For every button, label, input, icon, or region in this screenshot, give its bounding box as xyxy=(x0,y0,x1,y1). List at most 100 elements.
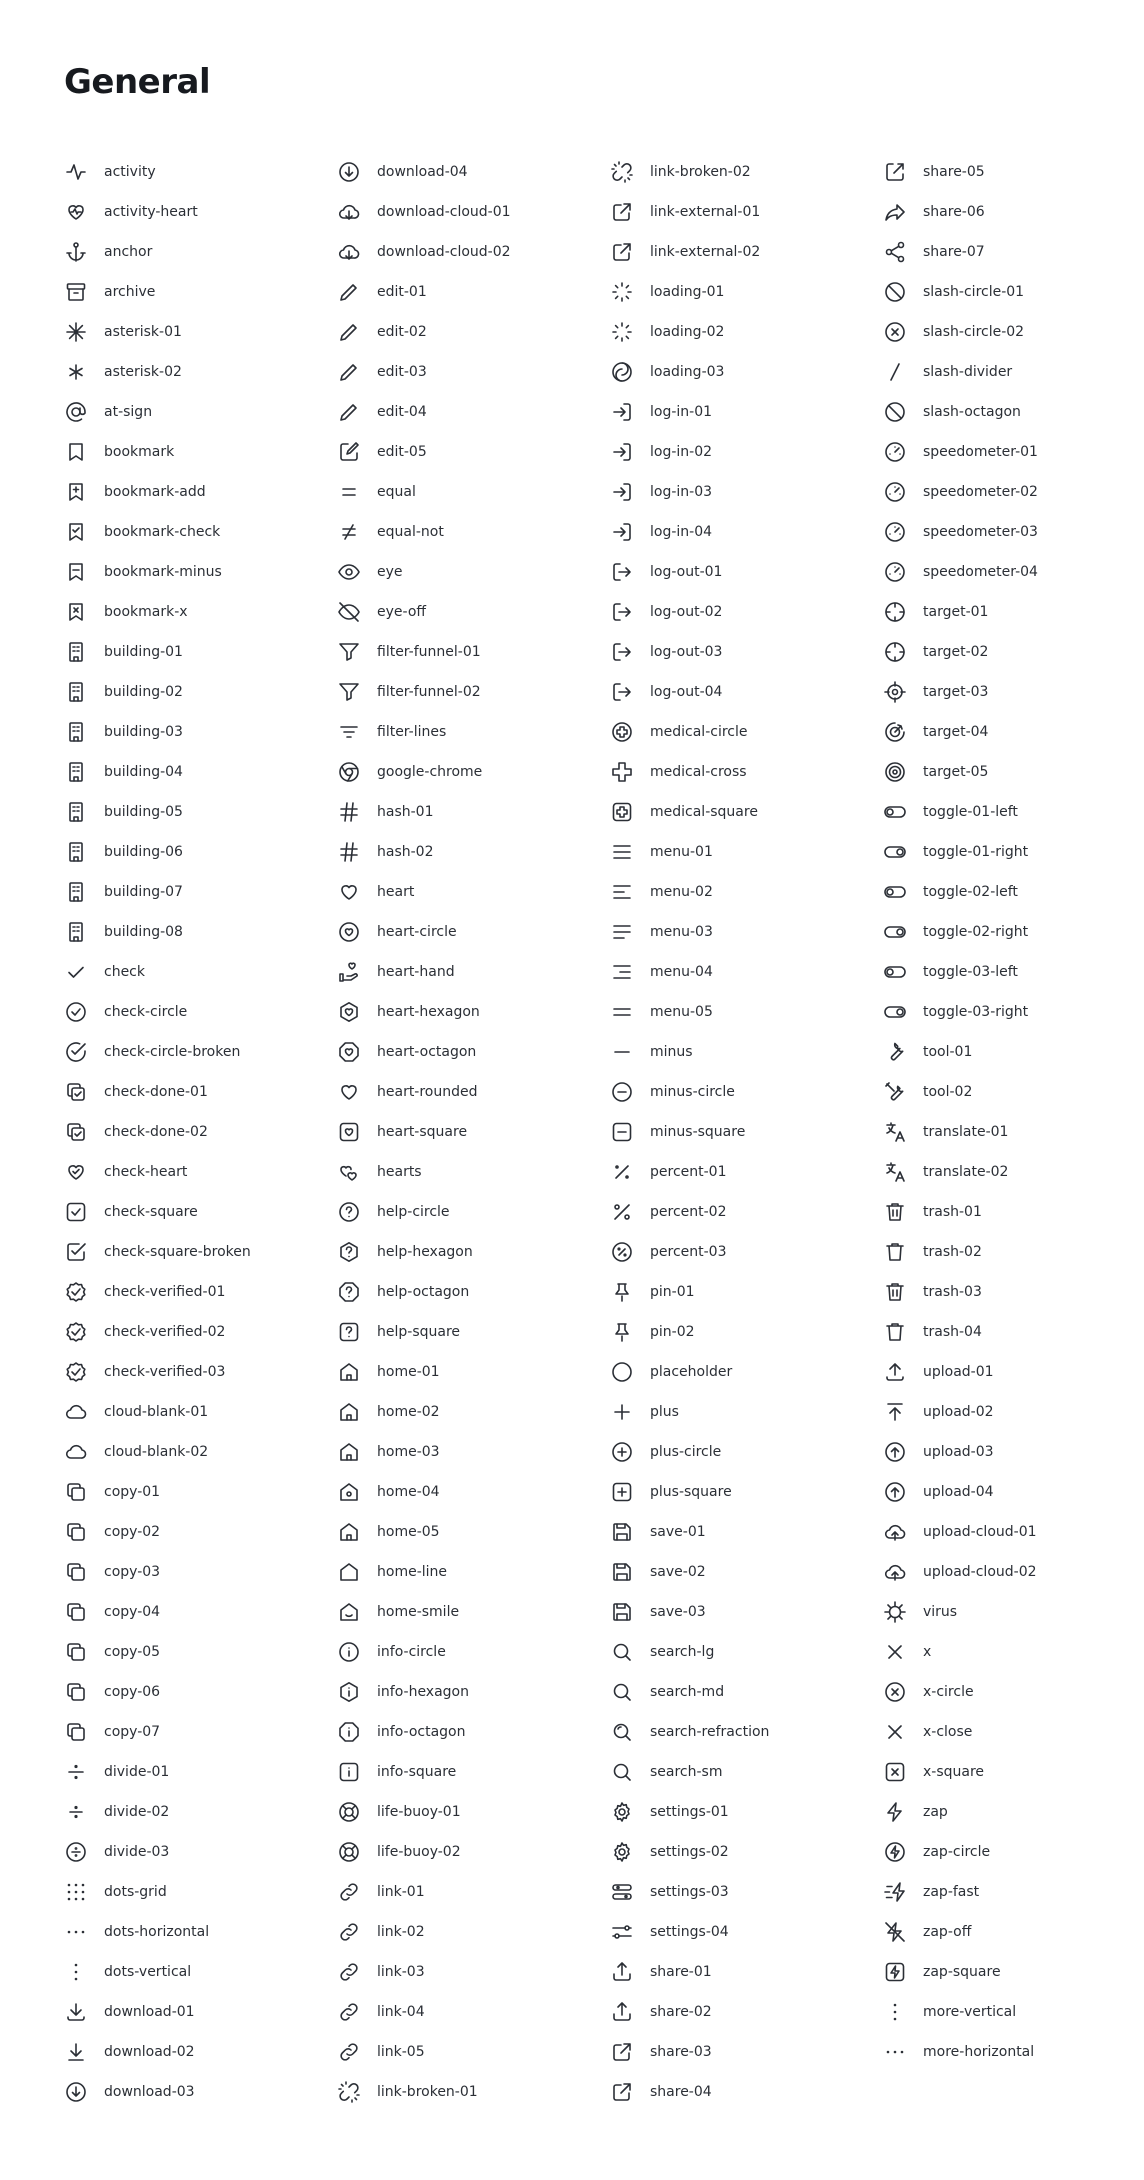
icon-label: target-01 xyxy=(923,604,989,620)
icon-label: download-04 xyxy=(377,164,468,180)
icon-label: loading-02 xyxy=(650,324,725,340)
icon-label: google-chrome xyxy=(377,764,483,780)
icon-list-item: search-md xyxy=(610,1672,883,1712)
icon-list-item: building-03 xyxy=(64,712,337,752)
help-hexagon-icon xyxy=(337,1240,361,1264)
check-heart-icon xyxy=(64,1160,88,1184)
x-close-icon xyxy=(883,1720,907,1744)
icon-list-item: x xyxy=(883,1632,1114,1672)
google-chrome-icon xyxy=(337,760,361,784)
icon-list-item: speedometer-03 xyxy=(883,512,1114,552)
menu-01-icon xyxy=(610,840,634,864)
menu-04-icon xyxy=(610,960,634,984)
zap-fast-icon xyxy=(883,1880,907,1904)
icon-label: save-02 xyxy=(650,1564,706,1580)
upload-cloud-01-icon xyxy=(883,1520,907,1544)
icon-label: equal-not xyxy=(377,524,444,540)
icon-list-item: check-heart xyxy=(64,1152,337,1192)
icon-list-item: more-horizontal xyxy=(883,2032,1114,2072)
icon-list-item: menu-04 xyxy=(610,952,883,992)
search-md-icon xyxy=(610,1680,634,1704)
icon-list-item: target-01 xyxy=(883,592,1114,632)
icon-list-item: save-02 xyxy=(610,1552,883,1592)
icon-list-item: translate-01 xyxy=(883,1112,1114,1152)
icon-label: trash-03 xyxy=(923,1284,982,1300)
icon-label: placeholder xyxy=(650,1364,733,1380)
icon-list-item: filter-funnel-01 xyxy=(337,632,610,672)
icon-label: speedometer-01 xyxy=(923,444,1038,460)
icon-list-item: upload-cloud-01 xyxy=(883,1512,1114,1552)
icon-list-item: heart-rounded xyxy=(337,1072,610,1112)
icon-label: menu-01 xyxy=(650,844,713,860)
icon-label: home-line xyxy=(377,1564,448,1580)
icon-column: download-04 download-cloud-01 download-clo… xyxy=(337,152,610,2112)
check-square-broken-icon xyxy=(64,1240,88,1264)
icon-list-item: speedometer-04 xyxy=(883,552,1114,592)
icon-list-item: x-close xyxy=(883,1712,1114,1752)
icon-list-item: check-done-01 xyxy=(64,1072,337,1112)
icon-list-item: percent-02 xyxy=(610,1192,883,1232)
icon-list-item: anchor xyxy=(64,232,337,272)
icon-list-item: settings-03 xyxy=(610,1872,883,1912)
icon-list-item: eye xyxy=(337,552,610,592)
icon-label: download-02 xyxy=(104,2044,195,2060)
icon-list-item: check-verified-03 xyxy=(64,1352,337,1392)
icon-label: log-in-02 xyxy=(650,444,713,460)
icon-list-item: hash-02 xyxy=(337,832,610,872)
log-out-04-icon xyxy=(610,680,634,704)
edit-01-icon xyxy=(337,280,361,304)
icon-list-item: copy-07 xyxy=(64,1712,337,1752)
menu-05-icon xyxy=(610,1000,634,1024)
share-03-icon xyxy=(610,2040,634,2064)
eye-off-icon xyxy=(337,600,361,624)
icon-list-item: building-06 xyxy=(64,832,337,872)
log-out-03-icon xyxy=(610,640,634,664)
icon-list-item: target-04 xyxy=(883,712,1114,752)
icon-label: check xyxy=(104,964,145,980)
icon-label: building-08 xyxy=(104,924,183,940)
icon-label: upload-04 xyxy=(923,1484,994,1500)
icon-list-item: share-01 xyxy=(610,1952,883,1992)
edit-02-icon xyxy=(337,320,361,344)
icon-label: upload-cloud-02 xyxy=(923,1564,1037,1580)
icon-list-item: placeholder xyxy=(610,1352,883,1392)
trash-02-icon xyxy=(883,1240,907,1264)
icon-label: download-cloud-02 xyxy=(377,244,511,260)
icon-list-item: log-out-04 xyxy=(610,672,883,712)
icon-label: percent-02 xyxy=(650,1204,727,1220)
icon-list-item: eye-off xyxy=(337,592,610,632)
icon-label: save-01 xyxy=(650,1524,706,1540)
log-in-01-icon xyxy=(610,400,634,424)
icon-label: upload-03 xyxy=(923,1444,994,1460)
icon-label: virus xyxy=(923,1604,958,1620)
settings-01-icon xyxy=(610,1800,634,1824)
zap-off-icon xyxy=(883,1920,907,1944)
settings-04-icon xyxy=(610,1920,634,1944)
icon-list-item: heart-octagon xyxy=(337,1032,610,1072)
icon-list-item: minus xyxy=(610,1032,883,1072)
icon-label: heart xyxy=(377,884,415,900)
percent-02-icon xyxy=(610,1200,634,1224)
icon-list-item: percent-01 xyxy=(610,1152,883,1192)
copy-07-icon xyxy=(64,1720,88,1744)
edit-04-icon xyxy=(337,400,361,424)
icon-label: heart-octagon xyxy=(377,1044,477,1060)
hash-02-icon xyxy=(337,840,361,864)
icon-list-item: tool-02 xyxy=(883,1072,1114,1112)
icon-label: copy-04 xyxy=(104,1604,161,1620)
icon-list-item: equal-not xyxy=(337,512,610,552)
icon-label: slash-circle-01 xyxy=(923,284,1025,300)
download-03-icon xyxy=(64,2080,88,2104)
icon-label: hearts xyxy=(377,1164,422,1180)
icon-list-item: asterisk-02 xyxy=(64,352,337,392)
icon-list-item: settings-02 xyxy=(610,1832,883,1872)
icon-label: asterisk-02 xyxy=(104,364,182,380)
upload-03-icon xyxy=(883,1440,907,1464)
translate-01-icon xyxy=(883,1120,907,1144)
icon-list-item: at-sign xyxy=(64,392,337,432)
icon-label: hash-02 xyxy=(377,844,434,860)
icon-list-item: toggle-01-left xyxy=(883,792,1114,832)
toggle-02-left-icon xyxy=(883,880,907,904)
life-buoy-01-icon xyxy=(337,1800,361,1824)
icon-label: check-square xyxy=(104,1204,198,1220)
